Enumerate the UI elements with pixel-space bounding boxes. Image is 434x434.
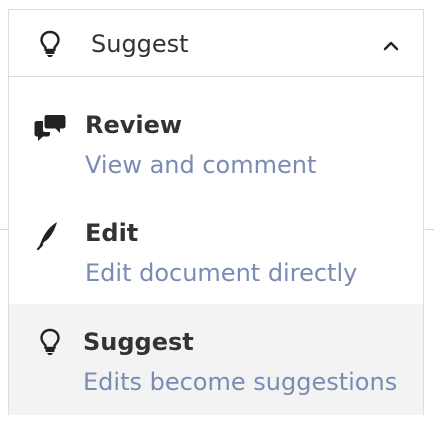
mode-option-title: Edit [85, 219, 139, 247]
mode-option-description: Edits become suggestions [83, 368, 398, 396]
mode-option-description: Edit document directly [85, 259, 358, 287]
quill-icon [33, 220, 67, 251]
selected-mode-label: Suggest [91, 30, 189, 58]
mode-option-description: View and comment [85, 151, 317, 179]
lightbulb-icon [39, 328, 61, 356]
mode-option-suggest[interactable]: Suggest Edits become suggestions [9, 304, 423, 415]
mode-option-review[interactable]: Review View and comment [9, 94, 423, 204]
background-divider [425, 229, 434, 230]
chevron-up-icon[interactable] [383, 37, 399, 51]
lightbulb-icon [39, 30, 61, 58]
mode-dropdown-trigger[interactable]: Suggest [9, 10, 423, 77]
mode-option-edit[interactable]: Edit Edit document directly [9, 204, 423, 304]
comments-icon [33, 112, 67, 142]
mode-option-title: Review [85, 111, 183, 139]
mode-option-title: Suggest [83, 328, 194, 356]
mode-dropdown: Suggest Review View and comment Edit Edi… [8, 9, 424, 415]
